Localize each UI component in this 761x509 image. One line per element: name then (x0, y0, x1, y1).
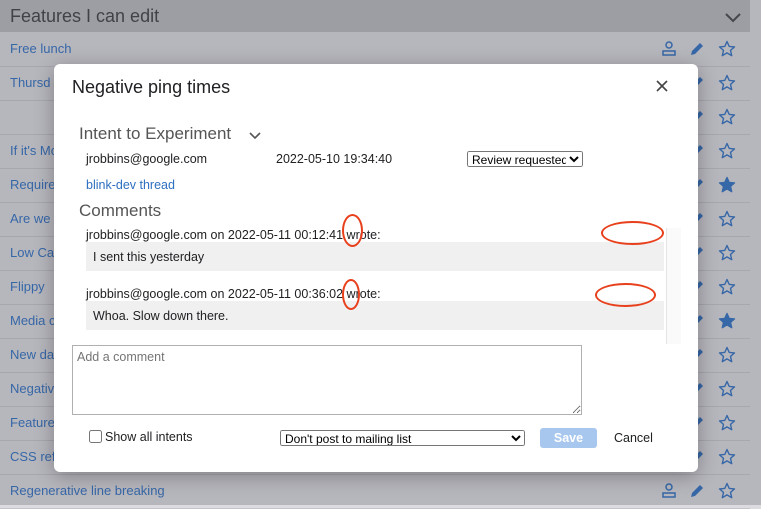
intent-title: Intent to Experiment (79, 124, 232, 143)
close-icon[interactable] (654, 78, 670, 94)
review-state-select[interactable]: Review requested (467, 151, 583, 167)
comment-header: jrobbins@google.com on 2022-05-11 00:36:… (86, 287, 381, 301)
annotation-ring (601, 221, 664, 245)
comments-list[interactable]: jrobbins@google.com on 2022-05-11 00:12:… (80, 224, 680, 344)
intent-dialog: Negative ping times Intent to Experiment… (54, 64, 698, 472)
intent-owner: jrobbins@google.com (86, 152, 208, 166)
intent-timestamp: 2022-05-10 19:34:40 (276, 152, 393, 166)
cancel-button[interactable]: Cancel (614, 431, 653, 445)
comment-header: jrobbins@google.com on 2022-05-11 00:12:… (86, 228, 381, 242)
comment-text: I sent this yesterday (93, 250, 205, 264)
annotation-ring (342, 214, 363, 247)
dialog-title: Negative ping times (72, 77, 231, 97)
mailing-list-select[interactable]: Don't post to mailing list (280, 430, 525, 446)
annotation-ring (595, 283, 656, 307)
annotation-ring (342, 279, 360, 310)
chevron-down-icon[interactable] (248, 128, 262, 142)
show-all-intents-text: Show all intents (105, 430, 193, 444)
show-all-intents-checkbox[interactable] (89, 430, 102, 443)
save-button[interactable]: Save (540, 428, 597, 448)
add-comment-textarea[interactable] (72, 345, 582, 415)
comment-body: Whoa. Slow down there. (86, 301, 664, 330)
blink-dev-thread-link[interactable]: blink-dev thread (86, 178, 175, 192)
comment-body: I sent this yesterday (86, 242, 664, 271)
comments-scrollbar[interactable] (666, 228, 681, 344)
show-all-intents-label[interactable]: Show all intents (89, 430, 193, 444)
comments-title: Comments (79, 201, 162, 220)
comment-text: Whoa. Slow down there. (93, 309, 229, 323)
